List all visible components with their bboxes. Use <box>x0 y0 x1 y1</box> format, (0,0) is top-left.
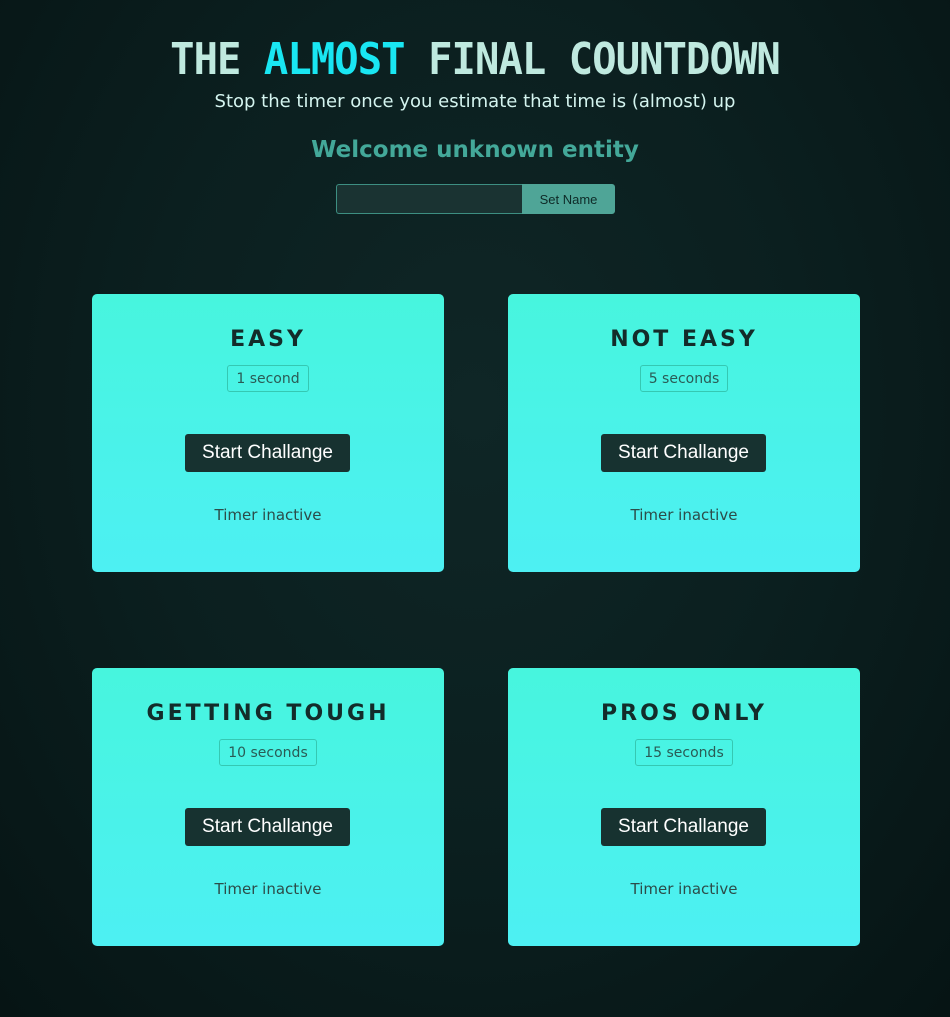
timer-status: Timer inactive <box>630 880 738 898</box>
challenge-duration-badge: 15 seconds <box>635 739 733 766</box>
challenge-card-getting-tough: GETTING TOUGH 10 seconds Start Challange… <box>92 668 444 946</box>
start-challenge-button[interactable]: Start Challange <box>185 434 350 472</box>
challenge-card-pros-only: PROS ONLY 15 seconds Start Challange Tim… <box>508 668 860 946</box>
start-challenge-button[interactable]: Start Challange <box>601 434 766 472</box>
title-part-final-countdown: FINAL COUNTDOWN <box>404 34 781 85</box>
challenge-title: PROS ONLY <box>601 701 767 726</box>
challenge-duration-badge: 5 seconds <box>639 365 729 392</box>
welcome-message: Welcome unknown entity <box>311 137 639 163</box>
title-accent-almost: ALMOST <box>263 34 406 85</box>
challenge-card-easy: EASY 1 second Start Challange Timer inac… <box>92 294 444 572</box>
challenge-title: NOT EASY <box>610 327 758 352</box>
page-title: THE ALMOST FINAL COUNTDOWN <box>38 34 912 86</box>
challenge-duration-badge: 10 seconds <box>219 739 317 766</box>
name-form: Set Name <box>336 184 615 214</box>
page-subtitle: Stop the timer once you estimate that ti… <box>214 91 736 112</box>
challenge-title: EASY <box>230 327 306 352</box>
challenge-title: GETTING TOUGH <box>146 701 390 726</box>
challenge-card-not-easy: NOT EASY 5 seconds Start Challange Timer… <box>508 294 860 572</box>
challenge-duration-badge: 1 second <box>227 365 309 392</box>
timer-status: Timer inactive <box>214 880 322 898</box>
start-challenge-button[interactable]: Start Challange <box>185 808 350 846</box>
start-challenge-button[interactable]: Start Challange <box>601 808 766 846</box>
set-name-button[interactable]: Set Name <box>522 184 615 214</box>
name-input[interactable] <box>336 184 522 214</box>
title-part-the: THE <box>170 34 264 85</box>
timer-status: Timer inactive <box>630 506 738 524</box>
timer-status: Timer inactive <box>214 506 322 524</box>
